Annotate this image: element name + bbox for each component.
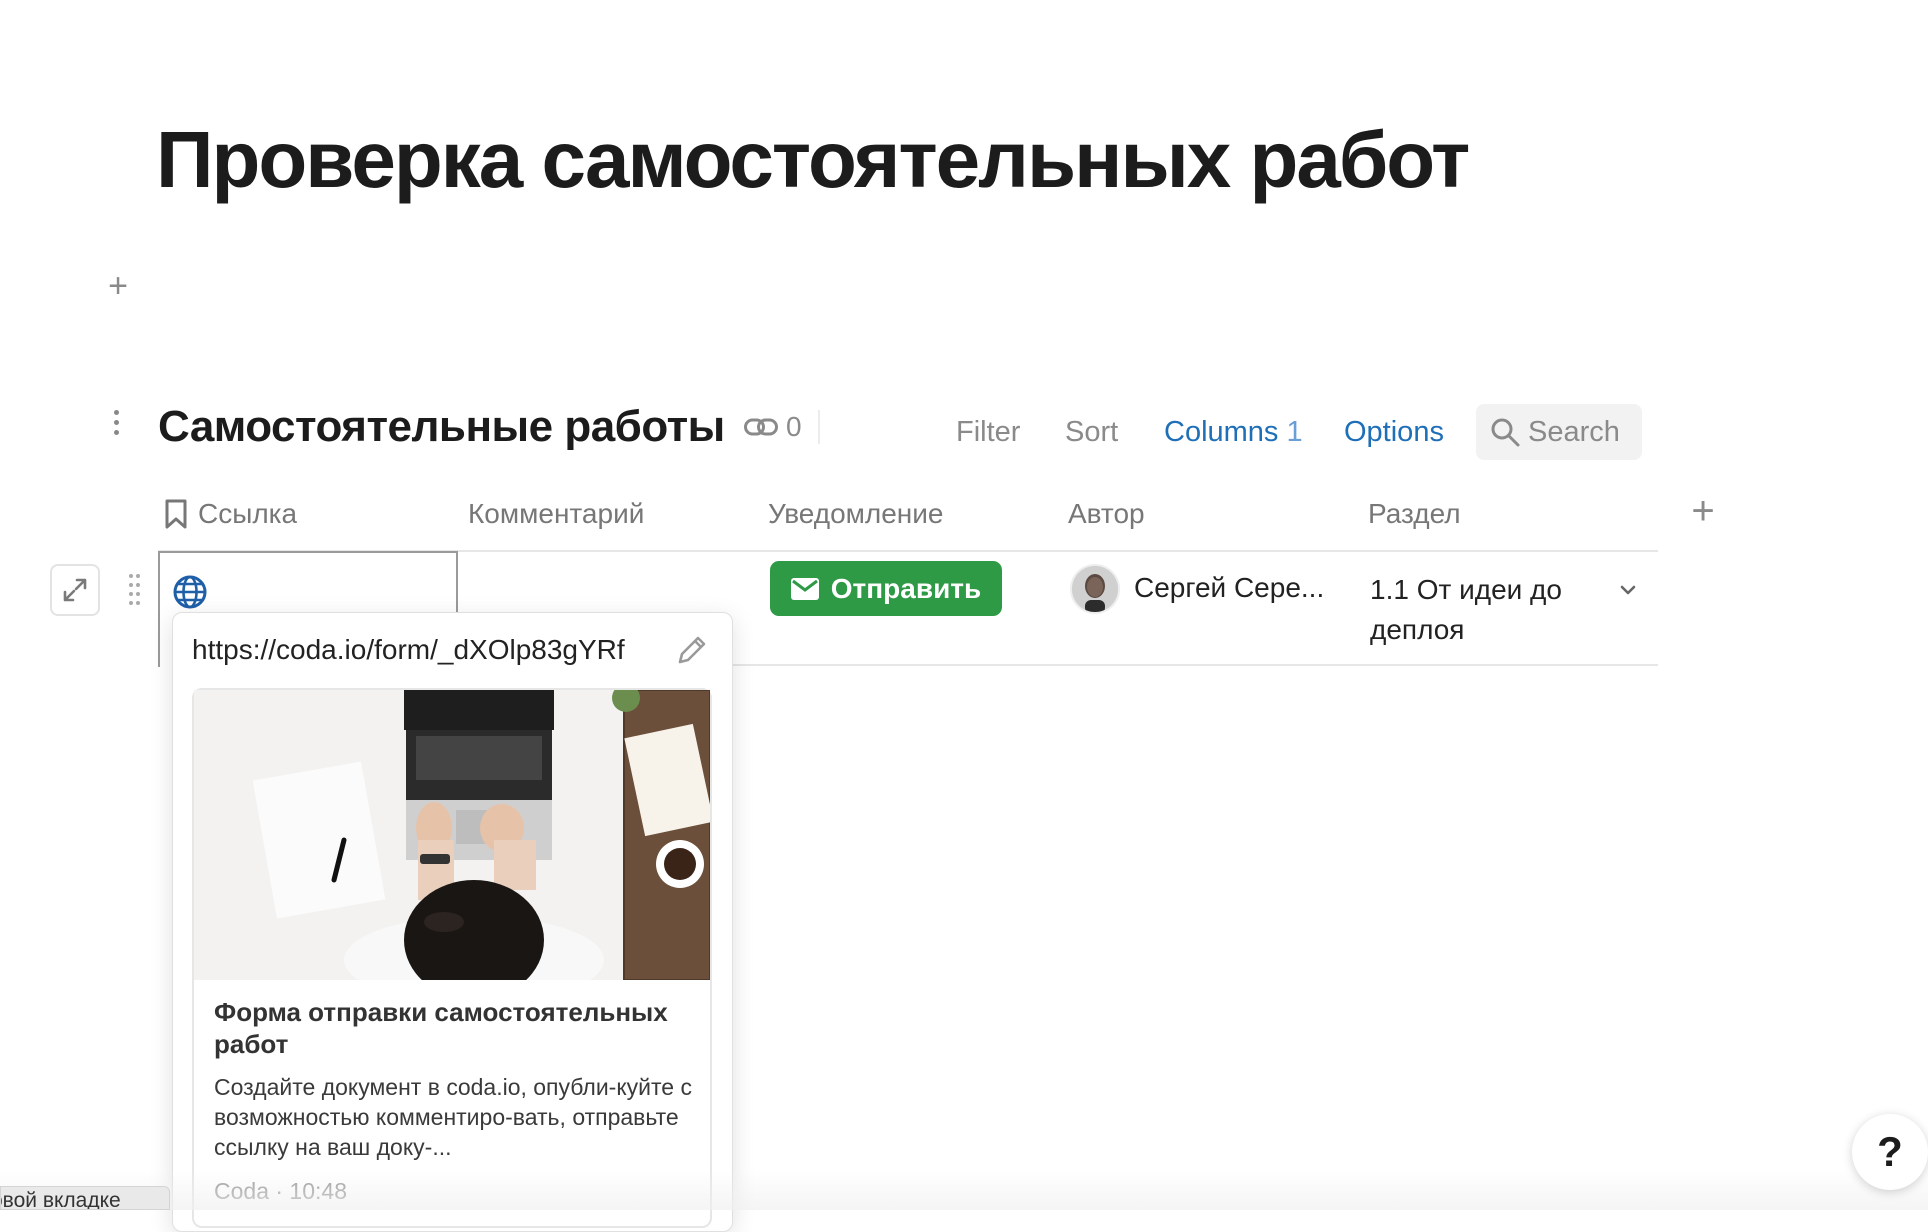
browser-status-bar: овой вкладке bbox=[0, 1186, 170, 1210]
preview-photo bbox=[194, 690, 710, 980]
globe-icon[interactable] bbox=[172, 574, 208, 610]
preview-image bbox=[194, 690, 710, 980]
preview-card-description: Создайте документ в coda.io, опубли-куйт… bbox=[214, 1074, 692, 1160]
sort-button[interactable]: Sort bbox=[1065, 414, 1118, 450]
expand-icon bbox=[63, 578, 87, 602]
send-button[interactable]: Отправить bbox=[770, 561, 1002, 616]
columns-button[interactable]: Columns 1 bbox=[1164, 414, 1303, 450]
table-title[interactable]: Самостоятельные работы bbox=[158, 400, 725, 454]
search-placeholder: Search bbox=[1528, 415, 1620, 448]
avatar-photo bbox=[1072, 566, 1118, 612]
pencil-icon[interactable] bbox=[674, 634, 708, 668]
add-block-button[interactable]: + bbox=[104, 269, 132, 303]
avatar[interactable] bbox=[1070, 564, 1120, 614]
section-value[interactable]: 1.1 От идеи до деплоя bbox=[1370, 570, 1600, 650]
add-column-button[interactable]: + bbox=[1686, 491, 1720, 531]
table-menu-icon[interactable] bbox=[108, 410, 124, 444]
column-header-link[interactable]: Ссылка bbox=[164, 496, 297, 532]
toolbar-divider bbox=[818, 410, 820, 444]
column-header-section[interactable]: Раздел bbox=[1368, 496, 1461, 532]
send-button-label: Отправить bbox=[830, 572, 982, 604]
popup-url[interactable]: https://coda.io/form/_dXOlp83gYRf bbox=[192, 632, 625, 668]
column-header-notification[interactable]: Уведомление bbox=[768, 496, 943, 532]
help-button[interactable]: ? bbox=[1852, 1114, 1928, 1190]
search-icon bbox=[1491, 418, 1520, 447]
author-name[interactable]: Сергей Сере... bbox=[1134, 570, 1324, 606]
status-bar-text: овой вкладке bbox=[0, 1189, 121, 1210]
link-icon bbox=[744, 418, 778, 436]
drag-handle-icon[interactable] bbox=[128, 574, 142, 605]
table-link-count[interactable]: 0 bbox=[744, 410, 802, 444]
filter-button[interactable]: Filter bbox=[956, 414, 1020, 450]
column-header-author[interactable]: Автор bbox=[1068, 496, 1145, 532]
envelope-icon bbox=[790, 577, 819, 600]
columns-label: Columns bbox=[1164, 416, 1279, 448]
column-header-comment[interactable]: Комментарий bbox=[468, 496, 644, 532]
expand-row-button[interactable] bbox=[50, 564, 100, 616]
columns-count: 1 bbox=[1286, 416, 1303, 448]
preview-card-meta: Coda · 10:48 bbox=[214, 1178, 347, 1204]
bookmark-icon bbox=[165, 499, 187, 529]
preview-card-title: Форма отправки самостоятельных работ bbox=[214, 997, 668, 1059]
chevron-down-icon[interactable] bbox=[1614, 578, 1642, 602]
search-input[interactable]: Search bbox=[1476, 404, 1642, 460]
link-count-value: 0 bbox=[786, 411, 802, 442]
page-title: Проверка самостоятельных работ bbox=[156, 115, 1470, 204]
column-header-label: Ссылка bbox=[198, 498, 298, 529]
options-button[interactable]: Options bbox=[1344, 414, 1444, 450]
